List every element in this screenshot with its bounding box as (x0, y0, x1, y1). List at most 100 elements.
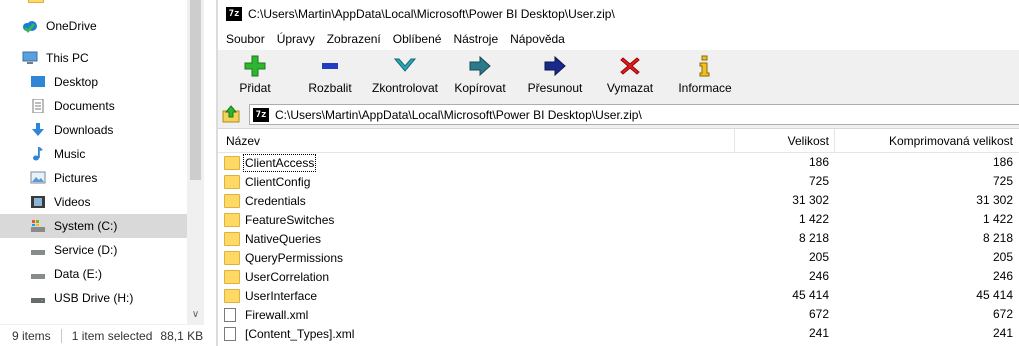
explorer-status-bar: 9 items 1 item selected 88,1 KB (0, 324, 204, 346)
delete-button[interactable]: Vymazat (606, 54, 654, 98)
nav-item-data-e[interactable]: Data (E:) (0, 262, 187, 286)
copy-button[interactable]: Kopírovat (452, 54, 508, 98)
table-row[interactable]: UserInterface 45 414 45 414 (218, 286, 1019, 305)
status-selected-size: 88,1 KB (160, 328, 204, 343)
folder-icon (224, 231, 240, 246)
column-divider[interactable] (734, 129, 735, 153)
table-row[interactable]: [Content_Types].xml 241 241 (218, 324, 1019, 343)
row-size: 672 (808, 307, 829, 321)
address-bar[interactable]: 7z C:\Users\Martin\AppData\Local\Microso… (249, 104, 1019, 125)
row-packed-size: 725 (992, 174, 1013, 188)
nav-item-label: Data (E:) (54, 267, 103, 281)
table-row[interactable]: ClientAccess 186 186 (218, 153, 1019, 172)
nav-scrollbar[interactable]: ∨ (187, 0, 204, 324)
folder-icon (224, 288, 240, 303)
row-packed-size: 246 (992, 269, 1013, 283)
row-name: Credentials (245, 193, 306, 208)
row-size: 8 218 (798, 231, 829, 245)
column-header-name[interactable]: Název (226, 129, 260, 153)
nav-item-label: USB Drive (H:) (54, 291, 134, 305)
music-icon (30, 146, 46, 162)
address-row: 7z C:\Users\Martin\AppData\Local\Microso… (218, 102, 1019, 126)
nav-item-label: System (C:) (54, 219, 118, 233)
nav-item-this-pc[interactable]: This PC (0, 46, 187, 70)
info-button[interactable]: Informace (676, 54, 734, 98)
menu-bar: Soubor Úpravy Zobrazení Oblíbené Nástroj… (218, 28, 1019, 50)
scroll-down-arrow-icon[interactable]: ∨ (187, 308, 204, 322)
extract-button[interactable]: Rozbalit (306, 54, 354, 98)
delete-icon (618, 54, 642, 78)
row-name: ClientAccess (242, 153, 317, 172)
table-row[interactable]: UserCorrelation 246 246 (218, 267, 1019, 286)
videos-icon (30, 194, 46, 210)
row-name: FeatureSwitches (245, 212, 335, 227)
nav-item-label: Pictures (54, 171, 98, 185)
window-splitter (204, 0, 218, 346)
nav-item-videos[interactable]: Videos (0, 190, 187, 214)
toolbar-label: Přesunout (527, 81, 583, 95)
nav-item-pictures[interactable]: Pictures (0, 166, 187, 190)
row-name: UserCorrelation (245, 269, 330, 284)
nav-item-usb-drive-h[interactable]: USB Drive (H:) (0, 286, 187, 310)
table-row[interactable]: Credentials 31 302 31 302 (218, 191, 1019, 210)
menu-napoveda[interactable]: Nápověda (504, 28, 571, 50)
drive-icon (30, 266, 46, 282)
documents-icon (30, 98, 46, 114)
column-divider[interactable] (834, 129, 835, 153)
add-button[interactable]: Přidat (238, 54, 272, 98)
menu-oblibene[interactable]: Oblíbené (387, 28, 448, 50)
row-size: 241 (808, 326, 829, 340)
menu-zobrazeni[interactable]: Zobrazení (321, 28, 387, 50)
test-button[interactable]: Zkontrolovat (368, 54, 442, 98)
copy-icon (468, 54, 492, 78)
add-icon (243, 54, 267, 78)
sevenzip-window: 7z C:\Users\Martin\AppData\Local\Microso… (218, 0, 1019, 346)
row-packed-size: 1 422 (982, 212, 1013, 226)
table-row[interactable]: NativeQueries 8 218 8 218 (218, 229, 1019, 248)
downloads-icon (30, 122, 46, 138)
nav-item-label: OneDrive (46, 19, 97, 33)
row-packed-size: 205 (992, 250, 1013, 264)
nav-item-music[interactable]: Music (0, 142, 187, 166)
sevenzip-app-icon: 7z (226, 7, 242, 21)
table-row[interactable]: FeatureSwitches 1 422 1 422 (218, 210, 1019, 229)
toolbar: Přidat Rozbalit Zkontrolovat Kopírovat P (218, 50, 1019, 100)
folder-icon (224, 193, 240, 208)
move-button[interactable]: Přesunout (526, 54, 584, 98)
info-icon (693, 54, 717, 78)
window-title: C:\Users\Martin\AppData\Local\Microsoft\… (248, 7, 615, 21)
drive-icon (30, 242, 46, 258)
menu-soubor[interactable]: Soubor (220, 28, 271, 50)
nav-item-label: Downloads (54, 123, 114, 137)
nav-item-service-d[interactable]: Service (D:) (0, 238, 187, 262)
scrollbar-thumb[interactable] (190, 0, 201, 180)
nav-item-label: Desktop (54, 75, 99, 89)
row-name: [Content_Types].xml (245, 326, 355, 341)
up-folder-button[interactable] (221, 104, 241, 124)
table-row[interactable]: ClientConfig 725 725 (218, 172, 1019, 191)
folder-icon (224, 155, 240, 170)
row-name: ClientConfig (245, 174, 311, 189)
column-header-size[interactable]: Velikost (788, 129, 829, 153)
column-header-packed-size[interactable]: Komprimovaná velikost (889, 129, 1013, 153)
toolbar-label: Informace (678, 81, 732, 95)
status-selected-count: 1 item selected (71, 328, 153, 343)
row-size: 31 302 (792, 193, 829, 207)
row-name: NativeQueries (245, 231, 322, 246)
toolbar-label: Vymazat (606, 81, 654, 95)
nav-item-system-c[interactable]: System (C:) (0, 214, 187, 238)
table-row[interactable]: Firewall.xml 672 672 (218, 305, 1019, 324)
row-packed-size: 45 414 (976, 288, 1013, 302)
nav-item-documents[interactable]: Documents (0, 94, 187, 118)
nav-item-downloads[interactable]: Downloads (0, 118, 187, 142)
nav-item-onedrive[interactable]: OneDrive (0, 14, 187, 38)
menu-upravy[interactable]: Úpravy (271, 28, 321, 50)
row-packed-size: 8 218 (982, 231, 1013, 245)
table-row[interactable]: QueryPermissions 205 205 (218, 248, 1019, 267)
menu-nastroje[interactable]: Nástroje (447, 28, 504, 50)
row-packed-size: 31 302 (976, 193, 1013, 207)
title-bar: 7z C:\Users\Martin\AppData\Local\Microso… (218, 0, 1019, 28)
row-size: 246 (808, 269, 829, 283)
nav-item-desktop[interactable]: Desktop (0, 70, 187, 94)
onedrive-icon (22, 18, 38, 34)
